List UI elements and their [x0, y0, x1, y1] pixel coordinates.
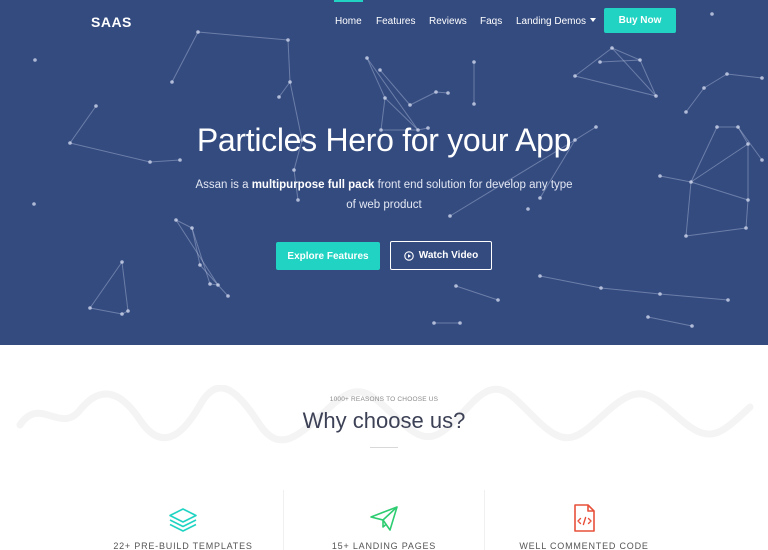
feature-label-commented-code: WELL COMMENTED CODE [519, 541, 649, 550]
section-eyebrow: 1000+ REASONS TO CHOOSE US [329, 396, 439, 403]
hero-subtitle: Assan is a multipurpose full pack front … [190, 175, 578, 215]
hero-subtitle-pre: Assan is a [195, 179, 252, 191]
play-circle-icon [404, 250, 414, 261]
nav-link-features[interactable]: Features [376, 16, 415, 27]
explore-features-button[interactable]: Explore Features [276, 242, 380, 270]
nav-link-faqs[interactable]: Faqs [480, 16, 502, 27]
why-choose-us-section: 1000+ REASONS TO CHOOSE US Why choose us… [0, 345, 768, 550]
buy-now-button[interactable]: Buy Now [604, 8, 676, 33]
watch-video-button[interactable]: Watch Video [390, 241, 492, 270]
nav-link-home[interactable]: Home [334, 0, 363, 27]
nav-dropdown-landing-demos[interactable]: Landing Demos [516, 16, 597, 27]
paper-plane-icon [370, 506, 398, 531]
hero-subtitle-post: front end solution for develop any type … [346, 179, 573, 211]
layers-icon [169, 508, 197, 532]
nav-link-reviews[interactable]: Reviews [429, 16, 467, 27]
caret-down-icon [590, 18, 597, 22]
feature-label-templates: 22+ PRE-BUILD TEMPLATES [113, 541, 253, 550]
particles-background [32, 12, 764, 328]
hero-section: SAAS Home Features Reviews Faqs Landing … [0, 0, 768, 345]
code-file-icon [574, 504, 595, 532]
hero-subtitle-bold: multipurpose full pack [251, 179, 375, 191]
site-logo[interactable]: SAAS [91, 14, 132, 30]
hero-title: Particles Hero for your App [196, 122, 572, 158]
feature-label-landing-pages: 15+ LANDING PAGES [331, 541, 437, 550]
title-divider [370, 447, 398, 448]
watch-video-label: Watch Video [418, 250, 479, 261]
nav-dropdown-label: Landing Demos [516, 16, 587, 27]
section-title: Why choose us? [302, 408, 466, 433]
top-navbar: SAAS Home Features Reviews Faqs Landing … [0, 0, 768, 44]
